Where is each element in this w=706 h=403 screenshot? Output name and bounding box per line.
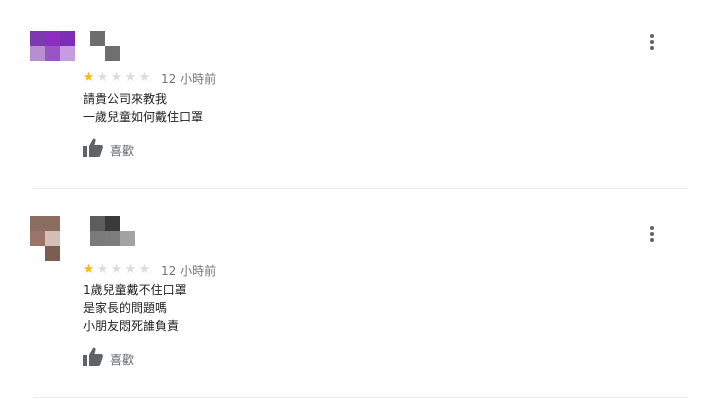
pixel-block — [90, 31, 105, 46]
pixel-block — [90, 216, 105, 231]
star-icon: ★ — [138, 70, 151, 85]
like-label: 喜歡 — [110, 352, 135, 367]
review-text: 請貴公司來教我 一歲兒童如何戴住口罩 — [83, 90, 203, 126]
pixel-block — [45, 231, 60, 246]
like-label: 喜歡 — [110, 143, 135, 158]
like-button[interactable]: 喜歡 — [82, 347, 134, 371]
review-card: ★ ★ ★ ★ ★ 12 小時前 1歲兒童戴不住口罩 是家長的問題嗎 小朋友悶死誰負責 … — [0, 189, 706, 399]
more-options-button[interactable] — [642, 30, 662, 54]
pixel-block — [120, 31, 135, 46]
pixel-block — [105, 216, 120, 231]
pixel-block — [45, 31, 60, 46]
star-icon: ★ — [124, 262, 137, 277]
reviewer-name[interactable] — [90, 216, 135, 246]
pixel-block — [120, 46, 135, 61]
star-icon: ★ — [96, 262, 109, 277]
pixel-block — [45, 61, 60, 76]
pixel-block — [30, 231, 45, 246]
more-vert-icon — [650, 34, 654, 38]
pixel-block — [90, 46, 105, 61]
pixel-block — [105, 46, 120, 61]
thumb-up-icon — [82, 347, 104, 371]
pixel-block — [45, 46, 60, 61]
star-icon: ★ — [96, 70, 109, 85]
review-time: 12 小時前 — [161, 263, 217, 278]
review-text-line: 是家長的問題嗎 — [83, 301, 168, 315]
avatar[interactable] — [30, 31, 75, 76]
pixel-block — [60, 246, 75, 261]
star-rating: ★ ★ ★ ★ ★ — [82, 70, 151, 86]
pixel-block — [120, 231, 135, 246]
pixel-block — [60, 46, 75, 61]
pixel-block — [30, 31, 45, 46]
pixel-block — [120, 216, 135, 231]
star-icon: ★ — [82, 262, 95, 277]
more-vert-icon — [650, 226, 654, 230]
reviewer-name[interactable] — [90, 31, 135, 61]
pixel-block — [105, 31, 120, 46]
pixel-block — [90, 231, 105, 246]
star-icon: ★ — [82, 70, 95, 85]
review-text: 1歲兒童戴不住口罩 是家長的問題嗎 小朋友悶死誰負責 — [83, 281, 187, 335]
review-card: ★ ★ ★ ★ ★ 12 小時前 請貴公司來教我 一歲兒童如何戴住口罩 喜歡 — [0, 0, 706, 189]
pixel-block — [30, 61, 45, 76]
divider — [33, 397, 688, 398]
star-icon: ★ — [138, 262, 151, 277]
review-text-line: 一歲兒童如何戴住口罩 — [83, 110, 204, 124]
pixel-block — [60, 216, 75, 231]
more-options-button[interactable] — [642, 222, 662, 246]
pixel-block — [45, 216, 60, 231]
thumb-up-icon — [82, 138, 104, 162]
avatar[interactable] — [30, 216, 75, 261]
rating-row: ★ ★ ★ ★ ★ 12 小時前 — [82, 70, 216, 86]
review-time: 12 小時前 — [161, 71, 217, 86]
pixel-block — [60, 31, 75, 46]
star-icon: ★ — [110, 70, 123, 85]
review-text-line: 1歲兒童戴不住口罩 — [83, 283, 187, 297]
pixel-block — [30, 246, 45, 261]
review-text-line: 請貴公司來教我 — [83, 92, 168, 106]
pixel-block — [45, 246, 60, 261]
rating-row: ★ ★ ★ ★ ★ 12 小時前 — [82, 262, 216, 278]
reviews-page: ★ ★ ★ ★ ★ 12 小時前 請貴公司來教我 一歲兒童如何戴住口罩 喜歡 ★… — [0, 0, 706, 403]
pixel-block — [30, 216, 45, 231]
star-rating: ★ ★ ★ ★ ★ — [82, 262, 151, 278]
star-icon: ★ — [124, 70, 137, 85]
like-button[interactable]: 喜歡 — [82, 138, 134, 162]
star-icon: ★ — [110, 262, 123, 277]
review-text-line: 小朋友悶死誰負責 — [83, 319, 180, 333]
pixel-block — [30, 46, 45, 61]
pixel-block — [105, 231, 120, 246]
pixel-block — [60, 231, 75, 246]
pixel-block — [60, 61, 75, 76]
